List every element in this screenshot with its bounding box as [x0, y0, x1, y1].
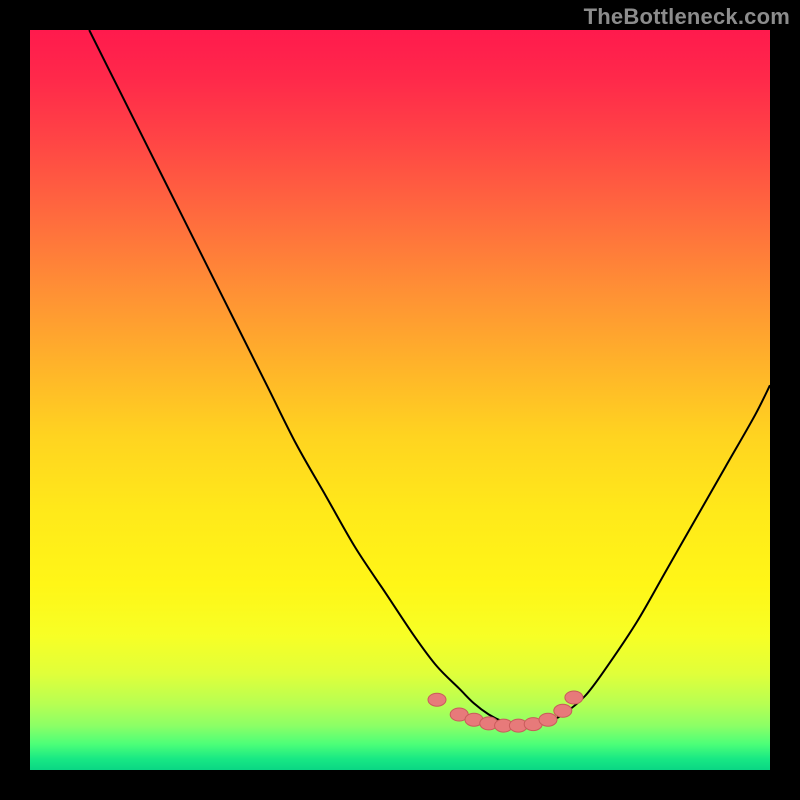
watermark-text: TheBottleneck.com: [584, 4, 790, 30]
chart-frame: TheBottleneck.com: [0, 0, 800, 800]
valley-marker: [539, 713, 557, 726]
gradient-bg: [30, 30, 770, 770]
plot-area: [30, 30, 770, 770]
valley-marker: [428, 693, 446, 706]
valley-marker: [565, 691, 583, 704]
chart-svg: [30, 30, 770, 770]
valley-marker: [554, 704, 572, 717]
